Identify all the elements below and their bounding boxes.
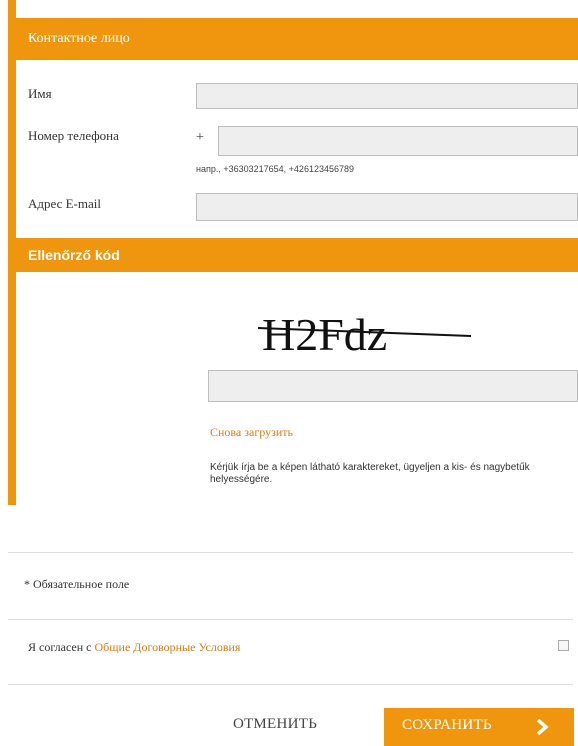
captcha-image: H2Fdz xyxy=(257,309,472,360)
divider xyxy=(8,619,573,620)
terms-prefix: Я согласен с xyxy=(28,640,95,654)
required-note: * Обязательное поле xyxy=(24,577,130,591)
name-input[interactable] xyxy=(196,83,578,109)
contact-section-header: Контактное лицо xyxy=(8,18,578,60)
cancel-button[interactable]: ОТМЕНИТЬ xyxy=(233,716,317,733)
save-button[interactable]: СОХРАНИТЬ xyxy=(384,708,574,746)
captcha-section-title: Ellenőrző kód xyxy=(28,247,120,263)
phone-label: Номер телефона xyxy=(28,128,119,143)
terms-checkbox[interactable] xyxy=(558,640,569,651)
terms-link[interactable]: Общие Договорные Условия xyxy=(95,640,241,654)
save-button-label: СОХРАНИТЬ xyxy=(402,717,492,733)
phone-input[interactable] xyxy=(218,126,578,156)
captcha-section-header: Ellenőrző kód xyxy=(8,238,578,272)
phone-hint: напр., +36303217654, +426123456789 xyxy=(196,164,354,174)
email-label: Адрес E-mail xyxy=(28,196,101,211)
divider xyxy=(8,552,573,553)
email-input[interactable] xyxy=(196,193,578,221)
name-label: Имя xyxy=(28,86,52,101)
captcha-input[interactable] xyxy=(208,370,578,402)
captcha-text: H2Fdz xyxy=(262,309,387,360)
captcha-help-text: Kérjük írja be a képen látható karaktere… xyxy=(210,462,530,485)
terms-agreement: Я согласен с Общие Договорные Условия xyxy=(28,640,240,655)
divider xyxy=(8,684,573,685)
phone-prefix: + xyxy=(196,130,204,145)
contact-section-title: Контактное лицо xyxy=(28,31,130,46)
captcha-reload-link[interactable]: Снова загрузить xyxy=(210,425,293,440)
chevron-right-icon xyxy=(536,719,549,735)
